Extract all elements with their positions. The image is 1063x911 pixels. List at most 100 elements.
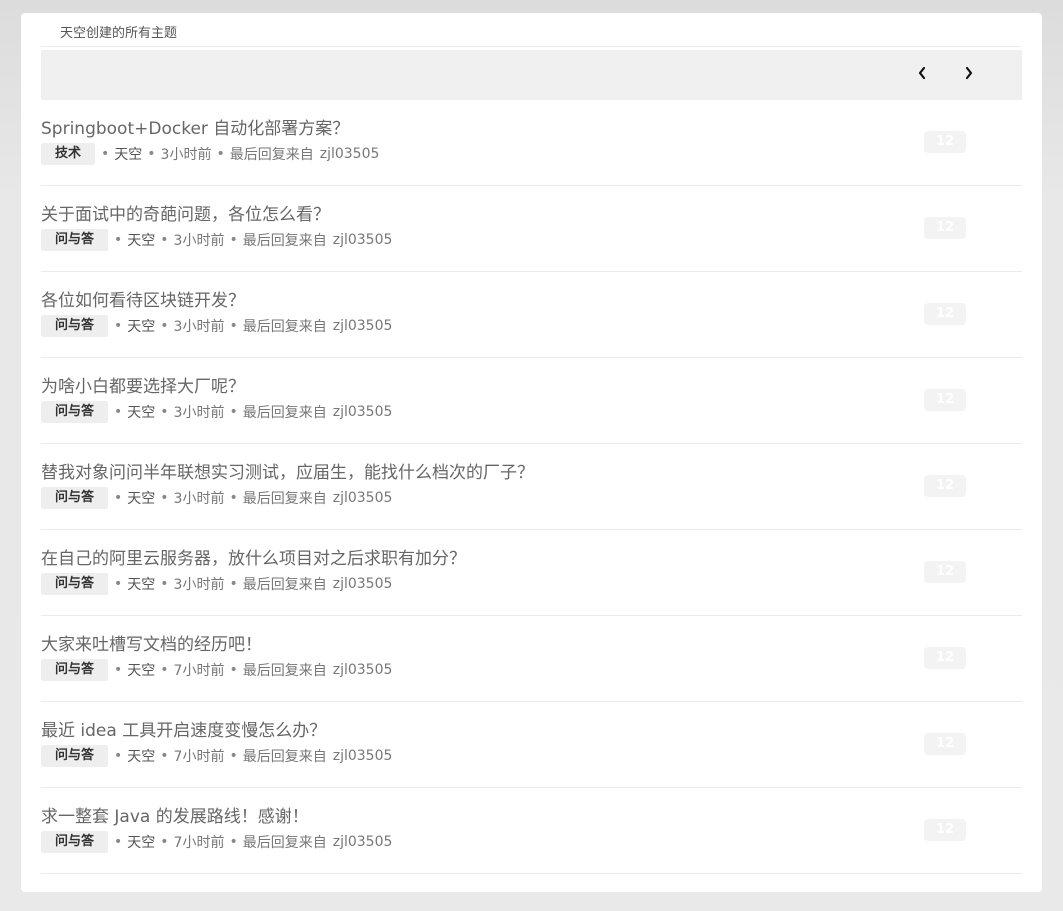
topic-meta: 问与答 • 天空 • 3小时前 • 最后回复来自 zjl03505	[41, 229, 392, 251]
topic-author[interactable]: 天空	[127, 230, 155, 250]
page-title: 天空创建的所有主题	[60, 26, 178, 41]
reply-count-badge[interactable]: 12	[924, 131, 966, 153]
topic-tag[interactable]: 问与答	[41, 831, 109, 853]
topic-meta: 问与答 • 天空 • 7小时前 • 最后回复来自 zjl03505	[41, 831, 392, 853]
meta-separator: •	[216, 146, 225, 162]
topic-author[interactable]: 天空	[127, 574, 155, 594]
last-reply-prefix: 最后回复来自	[242, 491, 327, 507]
topic-meta: 问与答 • 天空 • 3小时前 • 最后回复来自 zjl03505	[41, 401, 392, 423]
topic-title-link[interactable]: 大家来吐槽写文档的经历吧！	[41, 630, 262, 655]
topic-title-link[interactable]: 求一整套 Java 的发展路线！感谢！	[41, 802, 309, 827]
topic-time: 3小时前	[173, 577, 225, 593]
topic-title-link[interactable]: 各位如何看待区块链开发？	[41, 286, 245, 311]
last-reply-user[interactable]: zjl03505	[333, 576, 393, 592]
last-reply-prefix: 最后回复来自	[242, 405, 327, 421]
reply-count-badge[interactable]: 12	[924, 561, 966, 583]
topic-tag[interactable]: 问与答	[41, 401, 109, 423]
meta-separator: •	[160, 748, 169, 764]
meta-separator: •	[160, 662, 169, 678]
meta-separator: •	[229, 232, 238, 248]
topic-title-link[interactable]: 关于面试中的奇葩问题，各位怎么看？	[41, 200, 330, 225]
topic-meta: 问与答 • 天空 • 3小时前 • 最后回复来自 zjl03505	[41, 573, 392, 595]
topic-item: 求一整套 Java 的发展路线！感谢！ 问与答 • 天空 • 7小时前 • 最后…	[41, 788, 1022, 874]
meta-separator: •	[160, 404, 169, 420]
last-reply-user[interactable]: zjl03505	[333, 490, 393, 506]
topic-item: 为啥小白都要选择大厂呢？ 问与答 • 天空 • 3小时前 • 最后回复来自 zj…	[41, 358, 1022, 444]
prev-page-button[interactable]	[909, 60, 935, 86]
reply-count-badge[interactable]: 12	[924, 733, 966, 755]
topic-title-link[interactable]: 在自己的阿里云服务器，放什么项目对之后求职有加分？	[41, 544, 466, 569]
last-reply-prefix: 最后回复来自	[229, 147, 314, 163]
topic-author[interactable]: 天空	[127, 316, 155, 336]
topic-time: 7小时前	[173, 835, 225, 851]
last-reply-user[interactable]: zjl03505	[320, 146, 380, 162]
meta-separator: •	[114, 662, 123, 678]
reply-count-badge[interactable]: 12	[924, 303, 966, 325]
meta-separator: •	[160, 232, 169, 248]
topic-tag[interactable]: 问与答	[41, 487, 109, 509]
topic-tag[interactable]: 问与答	[41, 745, 109, 767]
meta-separator: •	[229, 834, 238, 850]
topic-time: 7小时前	[173, 749, 225, 765]
meta-separator: •	[229, 662, 238, 678]
topic-time: 3小时前	[173, 405, 225, 421]
topic-author[interactable]: 天空	[127, 832, 155, 852]
chevron-left-icon	[918, 66, 926, 80]
topic-item: 大家来吐槽写文档的经历吧！ 问与答 • 天空 • 7小时前 • 最后回复来自 z…	[41, 616, 1022, 702]
topic-title-link[interactable]: Springboot+Docker 自动化部署方案？	[41, 114, 349, 139]
meta-separator: •	[147, 146, 156, 162]
next-page-button[interactable]	[956, 60, 982, 86]
topic-meta: 问与答 • 天空 • 7小时前 • 最后回复来自 zjl03505	[41, 745, 392, 767]
meta-separator: •	[160, 318, 169, 334]
topic-meta: 问与答 • 天空 • 7小时前 • 最后回复来自 zjl03505	[41, 659, 392, 681]
topic-tag[interactable]: 问与答	[41, 573, 109, 595]
topic-title-link[interactable]: 为啥小白都要选择大厂呢？	[41, 372, 245, 397]
last-reply-prefix: 最后回复来自	[242, 577, 327, 593]
topic-title-link[interactable]: 最近 idea 工具开启速度变慢怎么办？	[41, 716, 326, 741]
meta-separator: •	[114, 490, 123, 506]
topic-item: Springboot+Docker 自动化部署方案？ 技术 • 天空 • 3小时…	[41, 100, 1022, 186]
topic-tag[interactable]: 问与答	[41, 659, 109, 681]
topic-title-link[interactable]: 替我对象问问半年联想实习测试，应届生，能找什么档次的厂子？	[41, 458, 534, 483]
reply-count-badge[interactable]: 12	[924, 475, 966, 497]
topic-author[interactable]: 天空	[127, 660, 155, 680]
topic-item: 在自己的阿里云服务器，放什么项目对之后求职有加分？ 问与答 • 天空 • 3小时…	[41, 530, 1022, 616]
meta-separator: •	[114, 834, 123, 850]
last-reply-prefix: 最后回复来自	[242, 233, 327, 249]
topic-author[interactable]: 天空	[127, 746, 155, 766]
topic-list: Springboot+Docker 自动化部署方案？ 技术 • 天空 • 3小时…	[41, 100, 1022, 874]
chevron-right-icon	[965, 66, 973, 80]
meta-separator: •	[229, 318, 238, 334]
meta-separator: •	[160, 490, 169, 506]
reply-count-badge[interactable]: 12	[924, 819, 966, 841]
last-reply-prefix: 最后回复来自	[242, 749, 327, 765]
topic-item: 各位如何看待区块链开发？ 问与答 • 天空 • 3小时前 • 最后回复来自 zj…	[41, 272, 1022, 358]
last-reply-prefix: 最后回复来自	[242, 663, 327, 679]
reply-count-badge[interactable]: 12	[924, 389, 966, 411]
meta-separator: •	[114, 576, 123, 592]
topic-time: 7小时前	[173, 663, 225, 679]
topic-author[interactable]: 天空	[127, 488, 155, 508]
topic-tag[interactable]: 问与答	[41, 229, 109, 251]
last-reply-prefix: 最后回复来自	[242, 319, 327, 335]
topic-tag[interactable]: 问与答	[41, 315, 109, 337]
last-reply-user[interactable]: zjl03505	[333, 318, 393, 334]
meta-separator: •	[114, 318, 123, 334]
reply-count-badge[interactable]: 12	[924, 647, 966, 669]
topic-tag[interactable]: 技术	[41, 143, 96, 165]
last-reply-user[interactable]: zjl03505	[333, 662, 393, 678]
topic-author[interactable]: 天空	[127, 402, 155, 422]
topic-time: 3小时前	[173, 319, 225, 335]
last-reply-user[interactable]: zjl03505	[333, 748, 393, 764]
reply-count-badge[interactable]: 12	[924, 217, 966, 239]
last-reply-user[interactable]: zjl03505	[333, 834, 393, 850]
last-reply-user[interactable]: zjl03505	[333, 404, 393, 420]
last-reply-user[interactable]: zjl03505	[333, 232, 393, 248]
topic-author[interactable]: 天空	[114, 144, 142, 164]
meta-separator: •	[229, 490, 238, 506]
meta-separator: •	[229, 404, 238, 420]
topic-item: 替我对象问问半年联想实习测试，应届生，能找什么档次的厂子？ 问与答 • 天空 •…	[41, 444, 1022, 530]
card-header: 天空创建的所有主题	[41, 13, 1022, 47]
meta-separator: •	[114, 232, 123, 248]
last-reply-prefix: 最后回复来自	[242, 835, 327, 851]
